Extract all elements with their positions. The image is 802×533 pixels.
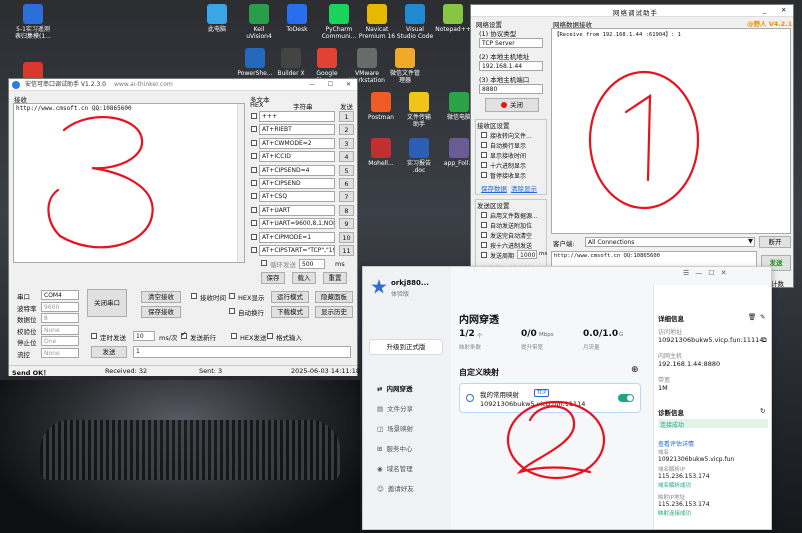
annotation-two <box>506 400 606 480</box>
annotation-layer: 1 <box>47 14 724 480</box>
annotation-label-one: 1 <box>720 14 724 22</box>
annotation-one <box>588 70 700 210</box>
annotation-three <box>47 116 154 249</box>
